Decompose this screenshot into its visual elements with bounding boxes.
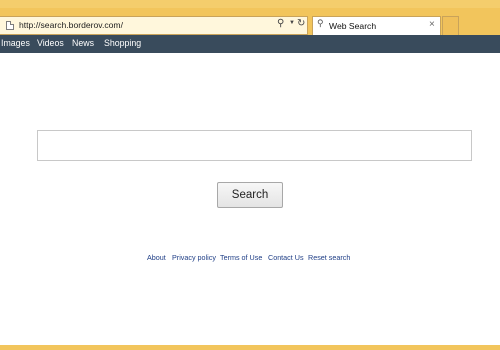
browser-chrome: http://search.borderov.com/ ⚲ ▼ ↻ ⚲ Web … xyxy=(0,0,500,35)
tab-title: Web Search xyxy=(329,21,377,31)
close-icon[interactable]: × xyxy=(429,19,435,31)
top-nav-bar: Images Videos News Shopping xyxy=(0,35,500,53)
dropdown-arrow-icon[interactable]: ▼ xyxy=(289,20,295,26)
footer-link-contact-us[interactable]: Contact Us xyxy=(268,253,304,262)
search-button[interactable]: Search xyxy=(217,182,283,208)
nav-item-images[interactable]: Images xyxy=(1,38,30,48)
search-icon[interactable]: ⚲ xyxy=(277,18,284,29)
nav-item-shopping[interactable]: Shopping xyxy=(104,38,141,48)
window-frame xyxy=(0,0,500,8)
search-input[interactable] xyxy=(37,130,472,161)
search-icon: ⚲ xyxy=(317,18,324,28)
footer-link-reset-search[interactable]: Reset search xyxy=(308,253,350,262)
tab-web-search[interactable]: ⚲ Web Search × xyxy=(312,16,441,35)
footer-link-privacy-policy[interactable]: Privacy policy xyxy=(172,253,216,262)
new-tab-button[interactable] xyxy=(442,16,459,35)
window-frame-bottom xyxy=(0,345,500,350)
page-content: Search About Privacy policy Terms of Use… xyxy=(0,53,500,345)
address-url[interactable]: http://search.borderov.com/ xyxy=(19,20,123,30)
nav-item-news[interactable]: News xyxy=(72,38,94,48)
page-icon xyxy=(6,21,14,30)
footer-link-about[interactable]: About xyxy=(147,253,166,262)
refresh-icon[interactable]: ↻ xyxy=(297,18,305,29)
footer-link-terms-of-use[interactable]: Terms of Use xyxy=(220,253,262,262)
nav-item-videos[interactable]: Videos xyxy=(37,38,64,48)
address-bar[interactable]: http://search.borderov.com/ ⚲ ▼ ↻ xyxy=(0,16,308,35)
